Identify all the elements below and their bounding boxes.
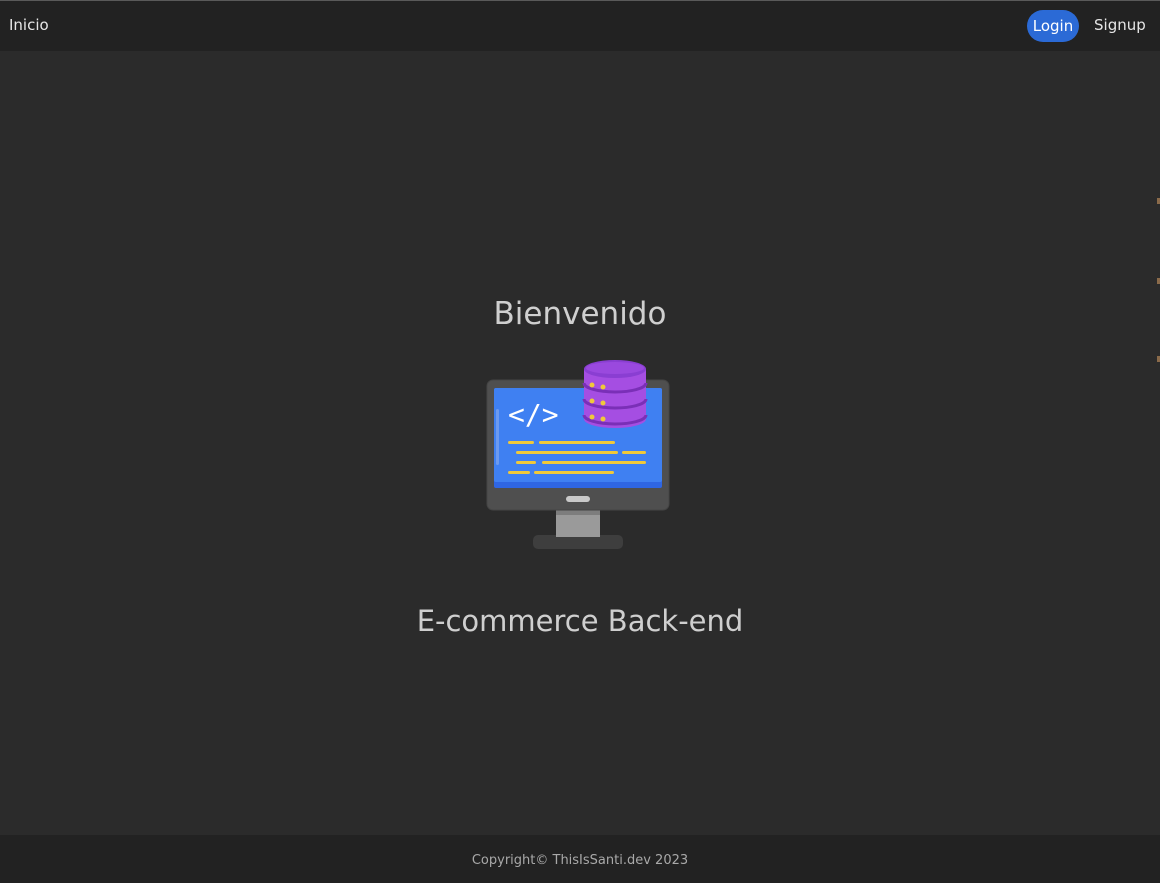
copyright-text: Copyright© ThisIsSanti.dev 2023 xyxy=(471,853,689,868)
page-title: Bienvenido xyxy=(493,296,667,332)
navbar: Inicio Login Signup xyxy=(0,1,1160,51)
page-subtitle: E-commerce Back-end xyxy=(416,604,744,638)
main-content: Bienvenido </> E-commerce Back-end xyxy=(0,51,1160,835)
computer-database-code-icon: </> xyxy=(486,360,670,549)
svg-text:</>: </> xyxy=(508,398,559,431)
page: Inicio Login Signup Bienvenido </> E-com… xyxy=(0,0,1160,883)
signup-link[interactable]: Signup xyxy=(1094,16,1146,34)
footer: Copyright© ThisIsSanti.dev 2023 xyxy=(0,835,1160,883)
login-button[interactable]: Login xyxy=(1027,10,1079,42)
nav-home-link[interactable]: Inicio xyxy=(9,16,49,34)
